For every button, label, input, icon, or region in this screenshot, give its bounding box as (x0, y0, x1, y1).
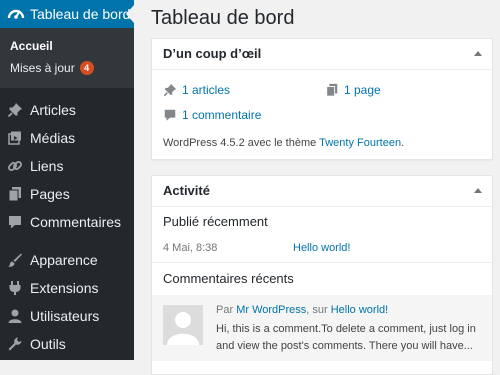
recent-post-link[interactable]: Hello world! (293, 241, 350, 255)
menu-item-label: Extensions (30, 280, 99, 296)
current-menu-arrow (126, 5, 134, 23)
widget-title: D’un coup d’œil (163, 46, 262, 61)
menu-item-label: Outils (30, 336, 66, 352)
comment-excerpt-line: Hi, this is a comment.To delete a commen… (216, 323, 476, 335)
menu-item-links[interactable]: Liens (0, 152, 134, 180)
menu-item-pages[interactable]: Pages (0, 180, 134, 208)
glance-comments-label: 1 commentaire (182, 108, 262, 122)
glance-articles-label: 1 articles (182, 83, 231, 97)
users-icon (8, 309, 22, 323)
pin-icon (163, 83, 177, 97)
submenu-item-home[interactable]: Accueil (10, 38, 53, 54)
menu-item-label: Pages (30, 186, 70, 202)
menu-item-dashboard-label: Tableau de bord (30, 6, 131, 22)
recent-comments-heading: Commentaires récents (163, 271, 294, 286)
comment-by-text: Par (216, 304, 237, 316)
default-avatar-icon (163, 305, 203, 345)
post-date: 4 Mai, 8:38 (163, 242, 218, 254)
recently-published-heading: Publié récemment (163, 214, 268, 229)
collapse-toggle-icon[interactable] (474, 188, 482, 193)
menu-item-comments[interactable]: Commentaires (0, 208, 134, 236)
updates-count-badge: 4 (79, 61, 94, 75)
dashboard-gauge-icon (7, 9, 25, 19)
divider (152, 262, 492, 263)
version-prefix: WordPress 4.5.2 avec le thème (163, 137, 320, 149)
comments-icon (9, 216, 21, 229)
menu-item-appearance[interactable]: Apparence (0, 246, 134, 274)
glance-articles-link[interactable]: 1 articles (163, 83, 293, 97)
comment-item: Par Mr WordPress, sur Hello world! Hi, t… (152, 295, 492, 361)
wordpress-version-text: WordPress 4.5.2 avec le thème Twenty Fou… (163, 136, 404, 150)
tools-icon (8, 337, 22, 351)
page-title: Tableau de bord (151, 7, 295, 29)
theme-link[interactable]: Twenty Fourteen (319, 137, 401, 149)
submenu-item-updates[interactable]: Mises à jour 4 (10, 60, 94, 76)
comment-excerpt: Hi, this is a comment.To delete a commen… (216, 321, 484, 355)
menu-item-articles[interactable]: Articles (0, 96, 134, 124)
comment-author-link[interactable]: Mr WordPress (236, 304, 306, 316)
menu-item-label: Apparence (30, 252, 98, 268)
menu-item-plugins[interactable]: Extensions (0, 274, 134, 302)
menu-item-label: Commentaires (30, 214, 122, 230)
activity-widget: Activité Publié récemment 4 Mai, 8:38 He… (151, 175, 493, 375)
menu-item-tools[interactable]: Outils (0, 330, 134, 358)
pin-icon (7, 103, 22, 118)
pages-icon (326, 83, 338, 97)
collapse-toggle-icon[interactable] (474, 51, 482, 56)
plugins-icon (9, 281, 21, 295)
pages-icon (8, 187, 21, 202)
admin-sidebar: Tableau de bord Accueil Mises à jour 4 Ar… (0, 0, 134, 360)
comments-icon (164, 109, 176, 121)
links-icon (8, 161, 22, 171)
widget-header[interactable]: Activité (152, 176, 492, 207)
version-suffix: . (401, 137, 405, 149)
menu-item-label: Médias (30, 130, 76, 146)
comment-excerpt-line: and view the post's comments. There you … (216, 340, 473, 352)
widget-header[interactable]: D’un coup d’œil (152, 39, 492, 70)
menu-item-label: Utilisateurs (30, 308, 100, 324)
comment-post-link[interactable]: Hello world! (331, 304, 388, 316)
avatar (163, 305, 203, 345)
comment-meta: Par Mr WordPress, sur Hello world! (216, 303, 388, 317)
appearance-icon (8, 253, 22, 267)
menu-item-media[interactable]: Médias (0, 124, 134, 152)
submenu-item-updates-label: Mises à jour (10, 61, 75, 75)
glance-pages-link[interactable]: 1 page (325, 83, 445, 97)
comment-on-text: , sur (306, 304, 331, 316)
menu-item-label: Liens (30, 158, 64, 174)
menu-item-label: Articles (30, 102, 76, 118)
at-a-glance-widget: D’un coup d’œil 1 articles 1 page 1 comm… (151, 38, 493, 160)
glance-comments-link[interactable]: 1 commentaire (163, 108, 323, 122)
glance-pages-label: 1 page (344, 83, 381, 97)
menu-item-dashboard[interactable]: Tableau de bord (0, 0, 134, 28)
menu-item-users[interactable]: Utilisateurs (0, 302, 134, 330)
widget-title: Activité (163, 183, 210, 198)
media-icon (8, 131, 21, 145)
dashboard-submenu: Accueil Mises à jour 4 (0, 28, 134, 88)
